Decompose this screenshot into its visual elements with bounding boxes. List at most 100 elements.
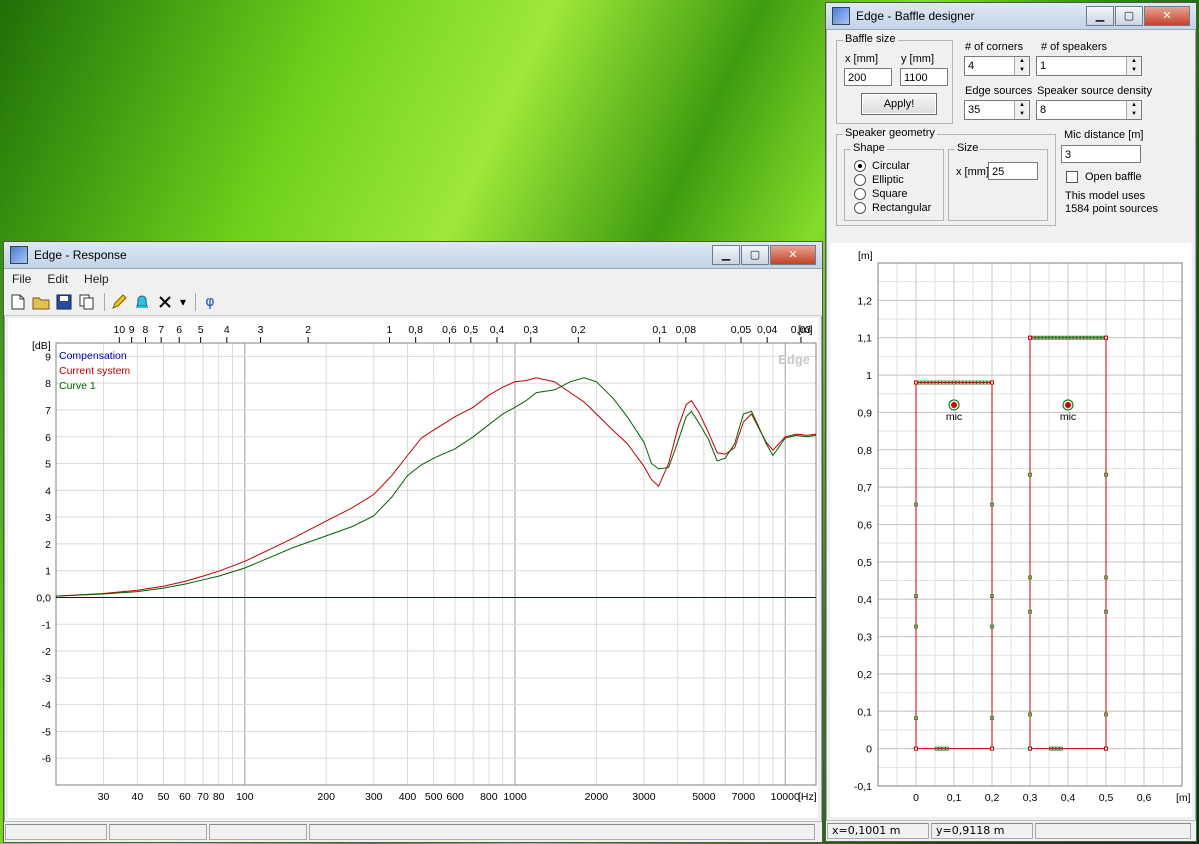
status-cell <box>109 824 207 840</box>
checkbox-label: Open baffle <box>1085 171 1142 183</box>
status-cell <box>5 824 107 840</box>
radio-label: Circular <box>872 160 910 172</box>
top-tick-label: 9 <box>129 324 135 336</box>
y-tick-label: 0,5 <box>857 557 872 569</box>
maximize-button[interactable]: ▢ <box>741 245 769 265</box>
minimize-button[interactable]: ▁ <box>1086 6 1114 26</box>
shape-circular-radio[interactable]: Circular <box>854 160 910 172</box>
radio-selected-icon <box>854 160 866 172</box>
toolbar-separator <box>195 293 196 311</box>
status-cell <box>1035 823 1191 839</box>
top-tick-label: 4 <box>224 324 230 336</box>
y-mm-label: y [mm] <box>901 53 934 65</box>
edge-sources-spinner[interactable]: 35 ▲ ▼ <box>964 100 1030 120</box>
x-tick-label: 0,2 <box>985 792 1000 804</box>
minimize-button[interactable]: ▁ <box>712 245 740 265</box>
x-tick-label: 600 <box>446 791 464 803</box>
x-mm-label: x [mm] <box>845 53 878 65</box>
open-folder-icon[interactable] <box>31 292 51 312</box>
status-cell <box>209 824 307 840</box>
y-tick-label: 6 <box>45 432 51 444</box>
x-tick-label: 10000 <box>771 791 800 803</box>
radio-icon <box>854 174 866 186</box>
y-tick-label: 5 <box>45 459 51 471</box>
copy-icon[interactable] <box>77 292 97 312</box>
x-tick-label: 60 <box>179 791 191 803</box>
x-tick-label: 3000 <box>632 791 656 803</box>
model-info-line2: 1584 point sources <box>1065 203 1158 215</box>
save-icon[interactable] <box>54 292 74 312</box>
dropdown-arrow-icon[interactable]: ▾ <box>178 292 188 312</box>
density-value: 8 <box>1040 104 1047 116</box>
density-label: Speaker source density <box>1037 85 1152 97</box>
mic-distance-input[interactable]: 3 <box>1061 145 1141 163</box>
open-baffle-checkbox[interactable]: Open baffle <box>1066 171 1142 183</box>
baffle-plot-area[interactable]: -0,1 0 0,1 0,2 0,3 0,4 0,5 0,6 0,7 0,8 0,9 1 1,1 1,2 [… <box>830 243 1192 817</box>
corners-spinner[interactable]: 4 ▲ ▼ <box>964 56 1030 76</box>
y-tick-label: 1,1 <box>857 333 872 345</box>
shape-rectangular-radio[interactable]: Rectangular <box>854 202 931 214</box>
x-tick-label: 0,3 <box>1023 792 1038 804</box>
menu-file[interactable]: File <box>4 272 39 286</box>
radio-icon <box>854 188 866 200</box>
y-tick-label: 9 <box>45 351 51 363</box>
edit-pencil-icon[interactable] <box>109 292 129 312</box>
phase-icon[interactable]: φ <box>200 292 220 312</box>
menu-edit[interactable]: Edit <box>39 272 76 286</box>
mic-label: mic <box>946 411 962 423</box>
corner-point <box>990 380 994 385</box>
baffle-y-input[interactable]: 1100 <box>900 68 948 86</box>
speakers-spinner[interactable]: 1 ▲ ▼ <box>1036 56 1142 76</box>
corner-point <box>1104 746 1108 751</box>
density-spinner[interactable]: 8 ▲ ▼ <box>1036 100 1142 120</box>
top-tick-label: 7 <box>158 324 164 336</box>
y-tick-label: -6 <box>42 753 51 765</box>
close-button[interactable]: ✕ <box>770 245 816 265</box>
menu-help[interactable]: Help <box>76 272 117 286</box>
spinner-arrows-icon[interactable]: ▲ ▼ <box>1126 57 1141 75</box>
baffle-x-input[interactable]: 200 <box>844 68 892 86</box>
response-plot-area[interactable]: 9 8 7 6 5 4 3 2 1 0,0 -1 -2 -3 -4 -5 -6 [dB] 30 40 50 60 70 80… <box>8 318 818 818</box>
radio-icon <box>854 202 866 214</box>
spinner-arrows-icon[interactable]: ▲ ▼ <box>1014 101 1029 119</box>
maximize-button[interactable]: ▢ <box>1115 6 1143 26</box>
shape-elliptic-radio[interactable]: Elliptic <box>854 174 904 186</box>
x-tick-label: 50 <box>158 791 170 803</box>
checkbox-icon <box>1066 171 1078 183</box>
mic-label: mic <box>1060 411 1076 423</box>
x-tick-label: 0,6 <box>1137 792 1152 804</box>
corner-point <box>1104 335 1108 340</box>
spinner-arrows-icon[interactable]: ▲ ▼ <box>1126 101 1141 119</box>
size-group: Size <box>948 142 1048 221</box>
new-file-icon[interactable] <box>8 292 28 312</box>
x-tick-label: 100 <box>236 791 254 803</box>
radio-label: Square <box>872 188 908 200</box>
top-tick-label: 0,3 <box>523 324 538 336</box>
top-tick-label: 2 <box>305 324 311 336</box>
edge-sources-label: Edge sources <box>965 85 1033 97</box>
edge-sources-value: 35 <box>968 104 981 116</box>
y-tick-label: 1,2 <box>857 295 872 307</box>
baffle-titlebar[interactable]: Edge - Baffle designer ▁ ▢ ✕ <box>826 3 1196 30</box>
top-axis-label: [m] <box>798 324 813 336</box>
x-tick-label: 500 <box>425 791 443 803</box>
response-titlebar[interactable]: Edge - Response ▁ ▢ ✕ <box>4 242 822 269</box>
top-tick-label: 6 <box>176 324 182 336</box>
y-tick-label: 0,0 <box>36 592 51 604</box>
top-tick-label: 0,1 <box>652 324 667 336</box>
y-tick-label: -5 <box>42 726 51 738</box>
apply-button[interactable]: Apply! <box>861 93 937 115</box>
plot-frame <box>55 342 817 786</box>
spinner-arrows-icon[interactable]: ▲ ▼ <box>1014 57 1029 75</box>
size-x-input[interactable]: 25 <box>988 162 1038 180</box>
close-button[interactable]: ✕ <box>1144 6 1190 26</box>
top-tick-label: 8 <box>143 324 149 336</box>
speakers-label: # of speakers <box>1041 41 1108 53</box>
y-tick-label: 0,1 <box>857 706 872 718</box>
shape-square-radio[interactable]: Square <box>854 188 907 200</box>
corners-label: # of corners <box>965 41 1024 53</box>
status-y-coord: y=0,9118 m <box>931 823 1033 839</box>
series-line-current-system <box>55 377 817 597</box>
delete-x-icon[interactable] <box>155 292 175 312</box>
bell-icon[interactable] <box>132 292 152 312</box>
